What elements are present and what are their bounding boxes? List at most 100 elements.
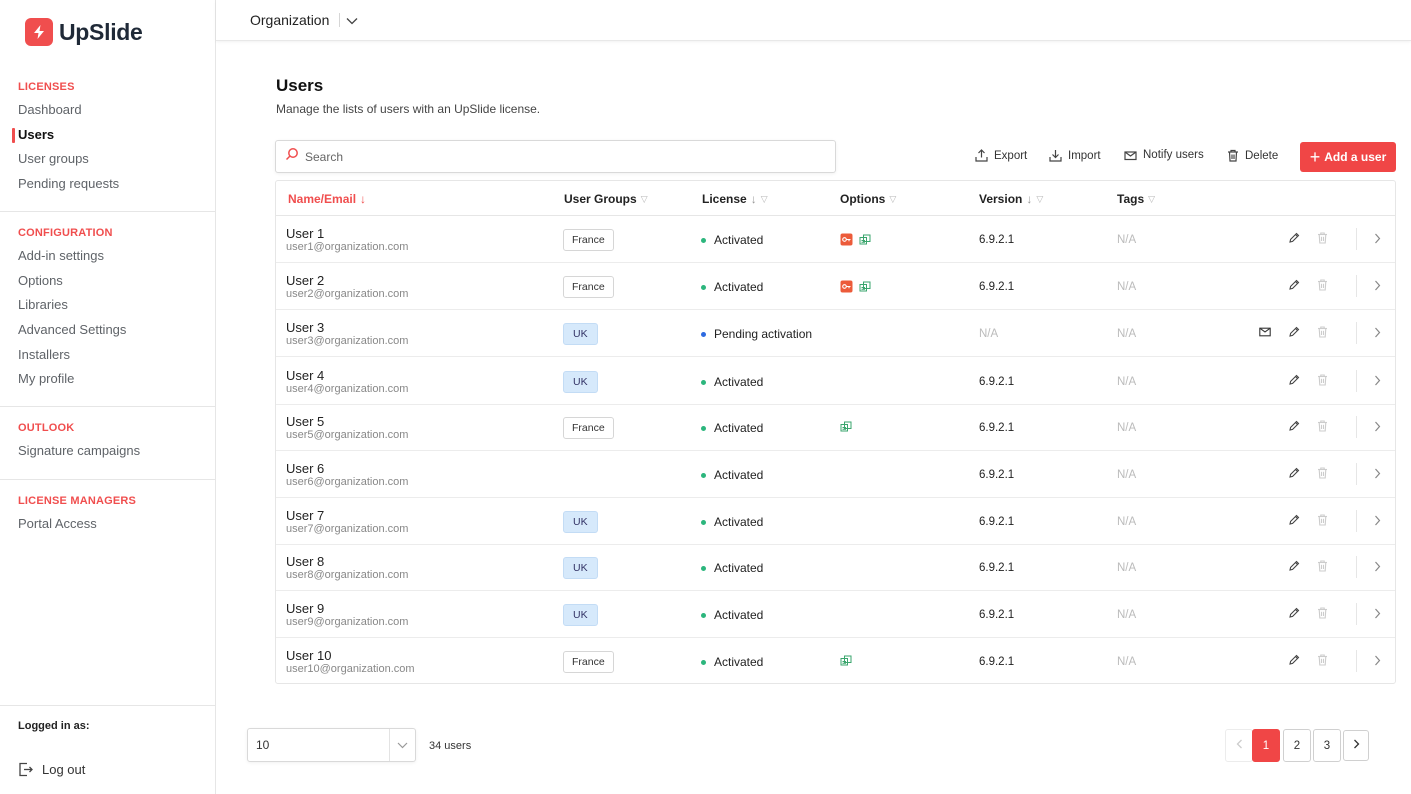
sort-arrow-icon: ↓ [1026,192,1033,206]
sidebar-item-add-in-settings[interactable]: Add-in settings [0,244,215,269]
tags-value: N/A [1117,376,1137,388]
column-header-version[interactable]: Version ↓ ▽ [979,192,1043,206]
edit-pencil-icon[interactable] [1288,279,1300,291]
page-subtitle: Manage the lists of users with an UpSlid… [276,102,541,116]
edit-pencil-icon[interactable] [1288,326,1300,338]
chevron-right-icon[interactable] [1374,515,1381,526]
trash-icon [1227,149,1239,162]
sidebar-item-installers[interactable]: Installers [0,343,215,368]
chevron-right-icon[interactable] [1374,608,1381,619]
per-page-select[interactable]: 10 [247,728,416,762]
logout-button[interactable]: Log out [18,762,85,777]
page-button-2[interactable]: 2 [1283,729,1311,762]
chevron-right-icon[interactable] [1374,655,1381,666]
key-icon [840,233,853,246]
chevron-right-icon[interactable] [1374,375,1381,386]
sidebar-item-my-profile[interactable]: My profile [0,367,215,392]
user-group-badge: UK [563,323,598,345]
filter-icon[interactable]: ▽ [761,194,768,205]
table-row[interactable]: User 1 user1@organization.com France Activa… [276,216,1395,263]
delete-trash-icon[interactable] [1317,420,1328,432]
table-row[interactable]: User 4 user4@organization.com UK Activated 6… [276,358,1395,405]
options-cell [840,280,877,293]
delete-trash-icon[interactable] [1317,326,1328,338]
chevron-down-icon [346,12,358,28]
edit-pencil-icon[interactable] [1288,232,1300,244]
organization-selector[interactable]: Organization [250,12,358,28]
edit-pencil-icon[interactable] [1288,374,1300,386]
logo[interactable]: UpSlide [25,18,143,46]
edit-pencil-icon[interactable] [1288,514,1300,526]
sidebar-item-libraries[interactable]: Libraries [0,293,215,318]
sidebar-item-advanced-settings[interactable]: Advanced Settings [0,318,215,343]
mail-icon [1124,150,1137,161]
table-row[interactable]: User 7 user7@organization.com UK Activated 6… [276,498,1395,545]
chevron-right-icon[interactable] [1374,233,1381,244]
edit-pencil-icon[interactable] [1288,560,1300,572]
sidebar-item-dashboard[interactable]: Dashboard [0,98,215,123]
delete-button[interactable]: Delete [1227,149,1278,162]
table-row[interactable]: User 3 user3@organization.com UK Pending ac… [276,310,1395,357]
filter-icon[interactable]: ▽ [641,194,648,205]
sidebar-item-users[interactable]: Users [0,123,215,148]
notify-users-label: Notify users [1143,149,1204,161]
status-dot [701,472,706,478]
export-button[interactable]: Export [975,149,1027,162]
sidebar-item-options[interactable]: Options [0,269,215,294]
edit-pencil-icon[interactable] [1288,607,1300,619]
chevron-right-icon[interactable] [1374,327,1381,338]
options-cell [840,233,877,246]
sidebar-item-pending-requests[interactable]: Pending requests [0,172,215,197]
delete-trash-icon[interactable] [1317,374,1328,386]
filter-icon[interactable]: ▽ [1036,194,1043,205]
chevron-right-icon[interactable] [1374,561,1381,572]
version-value: 6.9.2.1 [979,234,1015,246]
sidebar-item-portal-access[interactable]: Portal Access [0,512,215,537]
sidebar-item-signature-campaigns[interactable]: Signature campaigns [0,439,215,464]
chevron-right-icon[interactable] [1374,421,1381,432]
user-name: User 10 [286,648,332,663]
delete-trash-icon[interactable] [1317,279,1328,291]
resend-mail-icon[interactable] [1259,327,1271,337]
chevron-right-icon[interactable] [1374,280,1381,291]
column-header-name[interactable]: Name/Email ↓ [288,192,366,206]
version-value: 6.9.2.1 [979,516,1015,528]
delete-trash-icon[interactable] [1317,467,1328,479]
filter-icon[interactable]: ▽ [1148,194,1155,205]
import-button[interactable]: Import [1049,149,1101,162]
column-header-options[interactable]: Options ▽ [840,192,896,206]
user-email: user10@organization.com [286,663,415,675]
delete-trash-icon[interactable] [1317,232,1328,244]
column-label: License [702,192,747,206]
table-row[interactable]: User 10 user10@organization.com France Acti… [276,638,1395,685]
column-header-user-groups[interactable]: User Groups ▽ [564,192,648,206]
delete-trash-icon[interactable] [1317,514,1328,526]
table-row[interactable]: User 5 user5@organization.com France Activa… [276,404,1395,451]
column-header-license[interactable]: License ↓ ▽ [702,192,768,206]
chevron-right-icon[interactable] [1374,468,1381,479]
notify-users-button[interactable]: Notify users [1124,149,1204,161]
page-button-3[interactable]: 3 [1313,729,1341,762]
delete-trash-icon[interactable] [1317,607,1328,619]
status-dot [701,379,706,385]
page-title: Users [276,76,324,95]
edit-pencil-icon[interactable] [1288,420,1300,432]
users-table: Name/Email ↓ User Groups ▽ License ↓ ▽ O… [275,180,1396,684]
filter-icon[interactable]: ▽ [889,194,896,205]
edit-pencil-icon[interactable] [1288,467,1300,479]
table-row[interactable]: User 8 user8@organization.com UK Activated 6… [276,544,1395,591]
table-row[interactable]: User 2 user2@organization.com France Activa… [276,263,1395,310]
nav-section-licenses: LICENSES Dashboard Users User groups Pending… [0,80,215,197]
table-row[interactable]: User 6 user6@organization.com Activated 6.9… [276,451,1395,498]
edit-pencil-icon[interactable] [1288,654,1300,666]
prev-page-button[interactable] [1225,729,1253,762]
sidebar-item-user-groups[interactable]: User groups [0,147,215,172]
add-user-button[interactable]: + Add a user [1300,142,1396,172]
delete-trash-icon[interactable] [1317,560,1328,572]
delete-trash-icon[interactable] [1317,654,1328,666]
column-header-tags[interactable]: Tags ▽ [1117,192,1155,206]
next-page-button[interactable] [1343,730,1369,761]
search-input[interactable] [305,149,805,164]
table-row[interactable]: User 9 user9@organization.com UK Activated 6… [276,591,1395,638]
page-button-1[interactable]: 1 [1252,729,1280,762]
